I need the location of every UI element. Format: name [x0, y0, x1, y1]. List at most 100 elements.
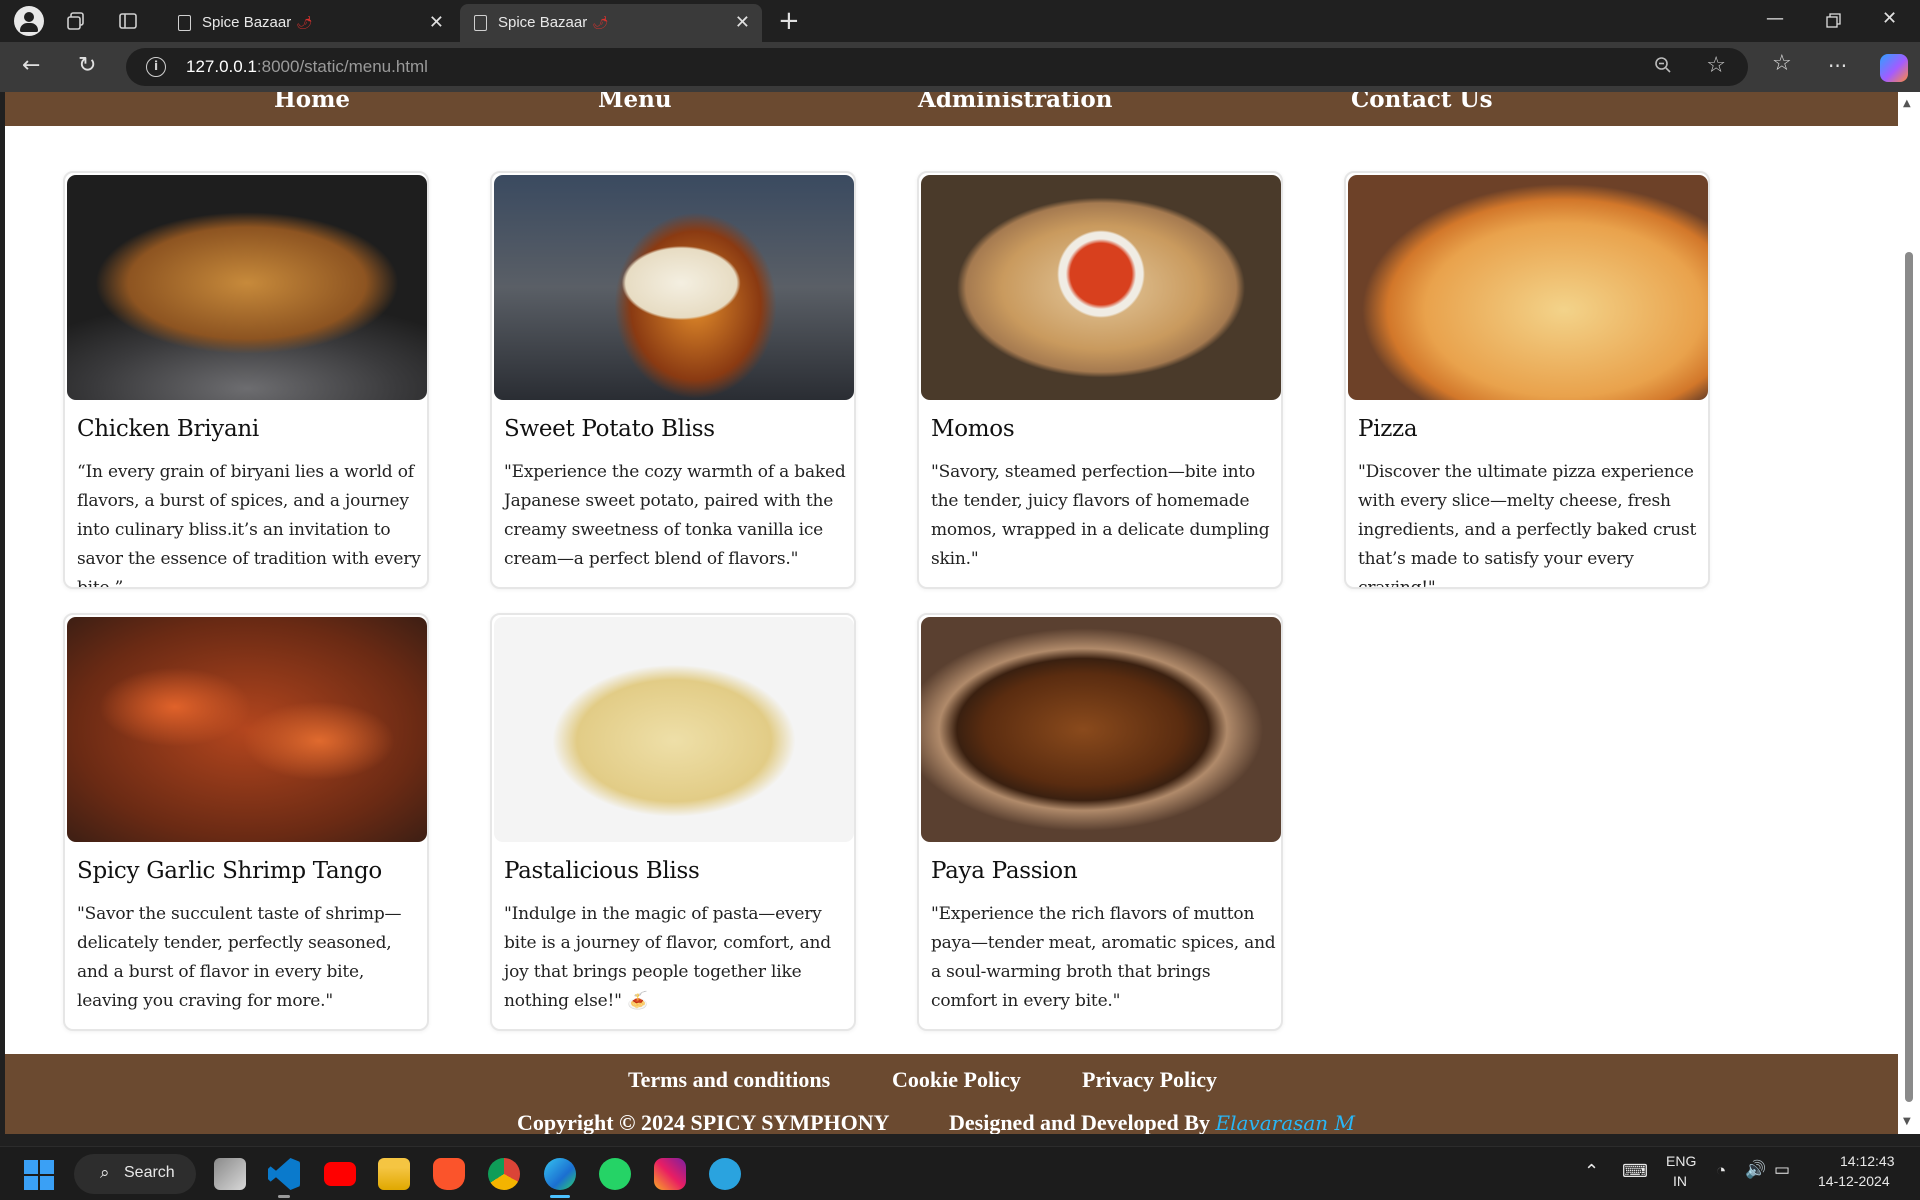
windows-taskbar: ⌕ Search ⌃ ⌨ ENG IN ◔ 🔊 ▭ 14:12:43 14-12… — [0, 1146, 1920, 1200]
dish-description: "Experience the rich flavors of mutton p… — [931, 904, 1276, 1011]
task-view-icon[interactable] — [214, 1158, 246, 1190]
momos-image — [921, 175, 1281, 400]
dish-description: "Indulge in the magic of pasta—every bit… — [504, 904, 831, 1011]
tab-title: Spice Bazaar — [498, 14, 588, 31]
youtube-icon[interactable] — [324, 1162, 356, 1186]
dish-card-chicken-briyani[interactable]: Chicken Briyani “In every grain of birya… — [63, 171, 429, 589]
nav-home-link[interactable]: Home — [274, 92, 350, 113]
close-tab-icon[interactable]: ✕ — [429, 12, 444, 33]
dish-description: "Savor the succulent taste of shrimp—del… — [77, 904, 402, 1011]
browser-tab-strip: Spice Bazaar 🌶 ✕ Spice Bazaar 🌶 ✕ + — ✕ — [0, 0, 1920, 42]
search-label: Search — [124, 1164, 175, 1181]
chrome-icon[interactable] — [488, 1158, 520, 1190]
dish-card-pizza[interactable]: Pizza "Discover the ultimate pizza exper… — [1344, 171, 1710, 589]
page-icon — [474, 15, 487, 31]
dish-name: Pastalicious Bliss — [504, 858, 700, 884]
favorites-icon[interactable]: ☆ — [1772, 51, 1792, 76]
file-explorer-icon[interactable] — [378, 1158, 410, 1190]
tab-spice-bazaar-1[interactable]: Spice Bazaar 🌶 ✕ — [164, 4, 456, 42]
chili-favicon-icon: 🌶 — [592, 16, 609, 31]
chili-favicon-icon: 🌶 — [296, 16, 313, 31]
dish-name: Chicken Briyani — [77, 416, 259, 442]
site-info-icon[interactable]: i — [146, 57, 166, 77]
site-footer: Terms and conditions Cookie Policy Priva… — [5, 1054, 1898, 1134]
clock-date[interactable]: 14-12-2024 — [1818, 1173, 1890, 1189]
scroll-down-arrow-icon[interactable]: ▼ — [1903, 1116, 1911, 1127]
chicken-briyani-image — [67, 175, 427, 400]
taskbar-search[interactable]: ⌕ Search — [74, 1154, 196, 1194]
close-tab-icon[interactable]: ✕ — [735, 12, 750, 33]
tab-spice-bazaar-2[interactable]: Spice Bazaar 🌶 ✕ — [460, 4, 762, 42]
vertical-tabs-icon[interactable] — [118, 11, 138, 31]
address-bar[interactable]: i 127.0.0.1:8000/static/menu.html ☆ — [126, 48, 1748, 86]
nav-administration-link[interactable]: Administration — [918, 92, 1112, 113]
nav-menu-link[interactable]: Menu — [598, 92, 672, 113]
workspaces-icon[interactable] — [66, 11, 86, 31]
dish-description: "Experience the cozy warmth of a baked J… — [504, 462, 846, 569]
new-tab-button[interactable]: + — [778, 6, 800, 36]
page-icon — [178, 15, 191, 31]
privacy-policy-link[interactable]: Privacy Policy — [1082, 1067, 1217, 1093]
scroll-up-arrow-icon[interactable]: ▲ — [1903, 98, 1911, 109]
pastalicious-bliss-image — [494, 617, 854, 842]
keyboard-icon[interactable]: ⌨ — [1622, 1161, 1648, 1182]
credits-text: Designed and Developed By Elavarasan M — [949, 1110, 1356, 1134]
pizza-image — [1348, 175, 1708, 400]
nav-contact-us-link[interactable]: Contact Us — [1351, 92, 1493, 113]
dish-description: "Discover the ultimate pizza experience … — [1358, 462, 1697, 589]
dish-name: Pizza — [1358, 416, 1418, 442]
dish-card-paya-passion[interactable]: Paya Passion "Experience the rich flavor… — [917, 613, 1283, 1031]
restore-button[interactable] — [1826, 13, 1841, 28]
language-top[interactable]: ENG — [1666, 1153, 1696, 1169]
dish-card-sweet-potato-bliss[interactable]: Sweet Potato Bliss "Experience the cozy … — [490, 171, 856, 589]
dish-name: Paya Passion — [931, 858, 1078, 884]
terms-link[interactable]: Terms and conditions — [628, 1067, 830, 1093]
wifi-icon[interactable]: ◔ — [1716, 1161, 1726, 1181]
search-icon: ⌕ — [100, 1163, 110, 1182]
more-menu-icon[interactable]: ··· — [1828, 54, 1847, 78]
dish-name: Momos — [931, 416, 1015, 442]
whatsapp-icon[interactable] — [599, 1158, 631, 1190]
dish-card-pastalicious-bliss[interactable]: Pastalicious Bliss "Indulge in the magic… — [490, 613, 856, 1031]
cookie-policy-link[interactable]: Cookie Policy — [892, 1067, 1021, 1093]
dish-description: "Savory, steamed perfection—bite into th… — [931, 462, 1270, 569]
copyright-text: Copyright © 2024 SPICY SYMPHONY — [517, 1110, 890, 1134]
language-bottom[interactable]: IN — [1673, 1173, 1687, 1189]
tab-title: Spice Bazaar — [202, 14, 292, 31]
show-hidden-icons-chevron[interactable]: ⌃ — [1584, 1161, 1599, 1182]
scrollbar-thumb[interactable] — [1905, 252, 1913, 1102]
profile-avatar-icon[interactable] — [14, 6, 44, 36]
brave-browser-icon[interactable] — [433, 1158, 465, 1190]
vscode-icon[interactable] — [268, 1158, 300, 1190]
author-link[interactable]: Elavarasan M — [1215, 1111, 1355, 1134]
sweet-potato-bliss-image — [494, 175, 854, 400]
url-text[interactable]: 127.0.0.1:8000/static/menu.html — [186, 57, 428, 77]
clock-time[interactable]: 14:12:43 — [1840, 1153, 1895, 1169]
active-indicator — [550, 1195, 570, 1198]
spicy-garlic-shrimp-image — [67, 617, 427, 842]
copilot-icon[interactable] — [1880, 54, 1908, 82]
edge-icon[interactable] — [544, 1158, 576, 1190]
battery-icon[interactable]: ▭ — [1774, 1160, 1790, 1180]
dish-card-spicy-garlic-shrimp-tango[interactable]: Spicy Garlic Shrimp Tango "Savor the suc… — [63, 613, 429, 1031]
page-scrollbar[interactable]: ▲ ▼ — [1898, 92, 1920, 1134]
dish-description: “In every grain of biryani lies a world … — [77, 462, 421, 589]
windows-start-icon[interactable] — [24, 1160, 54, 1190]
instagram-icon[interactable] — [654, 1158, 686, 1190]
dish-name: Sweet Potato Bliss — [504, 416, 715, 442]
paya-passion-image — [921, 617, 1281, 842]
refresh-icon[interactable]: ↻ — [78, 53, 96, 78]
dish-card-momos[interactable]: Momos "Savory, steamed perfection—bite i… — [917, 171, 1283, 589]
telegram-icon[interactable] — [709, 1158, 741, 1190]
page-viewport: Home Menu Administration Contact Us Chic… — [5, 92, 1898, 1134]
site-navigation: Home Menu Administration Contact Us — [5, 92, 1898, 126]
dish-name: Spicy Garlic Shrimp Tango — [77, 858, 382, 884]
zoom-out-icon[interactable] — [1654, 56, 1672, 74]
favorite-star-icon[interactable]: ☆ — [1706, 53, 1726, 78]
back-arrow-icon[interactable]: ← — [22, 53, 40, 78]
browser-toolbar: ← ↻ i 127.0.0.1:8000/static/menu.html ☆ … — [0, 42, 1920, 92]
close-window-button[interactable]: ✕ — [1882, 8, 1897, 29]
running-indicator — [278, 1195, 290, 1198]
minimize-button[interactable]: — — [1766, 8, 1784, 29]
volume-icon[interactable]: 🔊 — [1745, 1160, 1766, 1180]
